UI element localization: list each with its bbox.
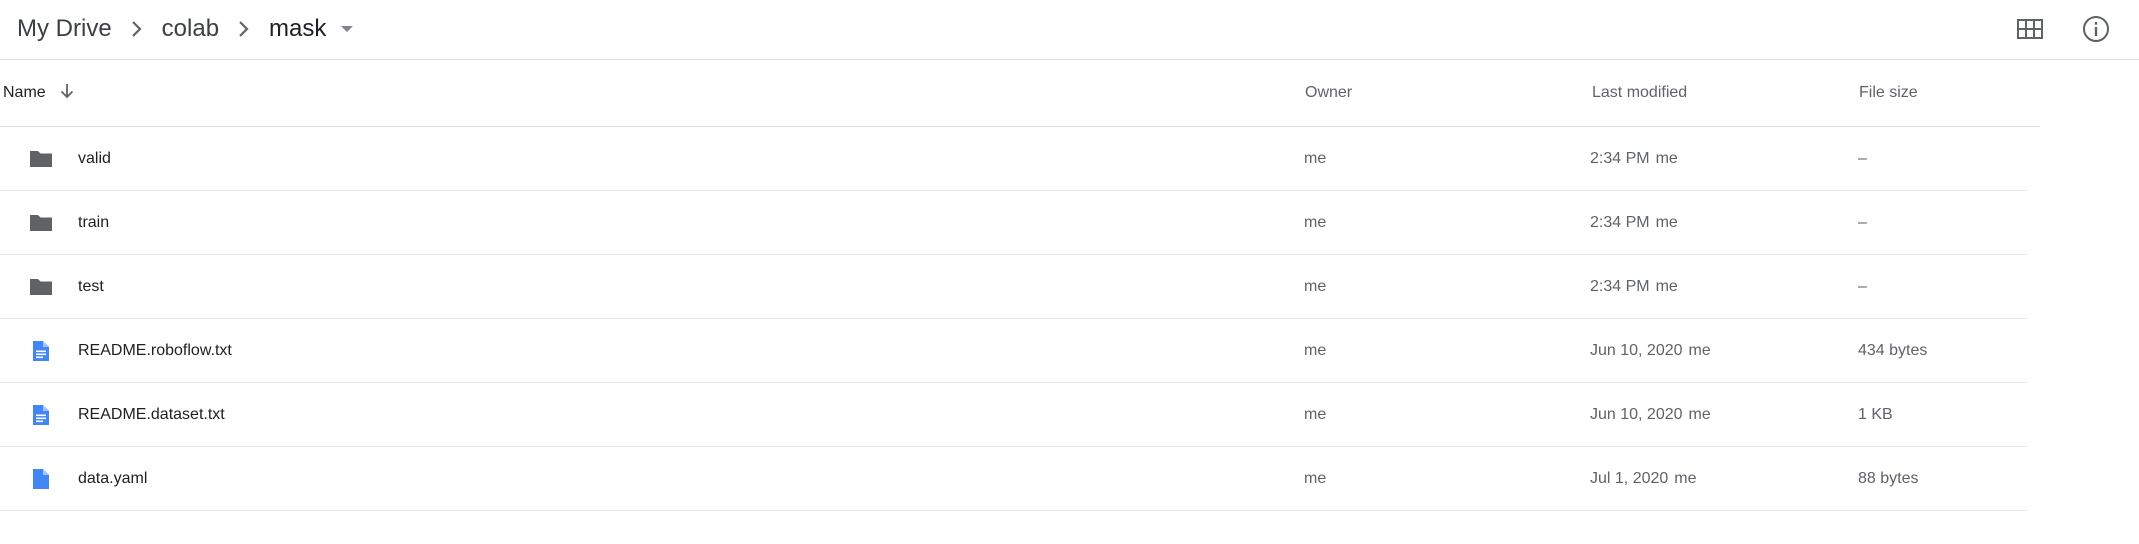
file-last-modified: 2:34 PM me (1590, 191, 1678, 254)
file-name: data.yaml (78, 469, 148, 487)
file-list: Name Owner Last modified File size valid… (0, 60, 2040, 511)
file-last-modified: 2:34 PM me (1590, 255, 1678, 318)
file-name: README.dataset.txt (78, 405, 225, 423)
file-owner: me (1304, 469, 1327, 487)
modified-by: me (1688, 405, 1711, 423)
modified-by: me (1688, 341, 1711, 359)
modified-date: 2:34 PM (1590, 149, 1650, 167)
file-name: README.roboflow.txt (78, 341, 232, 359)
breadcrumb-my-drive[interactable]: My Drive (15, 9, 114, 49)
modified-date: 2:34 PM (1590, 277, 1650, 295)
folder-icon (26, 255, 56, 318)
file-name: train (78, 213, 110, 231)
document-icon (26, 383, 56, 446)
file-owner: me (1304, 341, 1327, 359)
grid-view-icon[interactable] (2013, 12, 2047, 46)
chevron-right-icon (114, 20, 160, 38)
file-owner: me (1304, 149, 1327, 167)
breadcrumb-colab[interactable]: colab (160, 9, 221, 49)
file-last-modified: Jul 1, 2020 me (1590, 447, 1697, 510)
column-header-owner: Owner (1305, 84, 1353, 101)
file-row-train[interactable]: train me 2:34 PM me – (0, 191, 2028, 255)
column-header-last-modified[interactable]: Last modified (1592, 60, 1687, 126)
file-size: 434 bytes (1858, 341, 1928, 359)
file-owner: me (1304, 213, 1327, 231)
info-icon[interactable] (2079, 12, 2113, 46)
file-size: – (1858, 213, 1867, 231)
file-size: 1 KB (1858, 405, 1893, 423)
folder-icon (26, 127, 56, 190)
breadcrumb-mask[interactable]: mask (267, 9, 328, 49)
modified-by: me (1655, 277, 1678, 295)
file-owner: me (1304, 405, 1327, 423)
modified-date: Jun 10, 2020 (1590, 405, 1683, 423)
column-header-name-label: Name (3, 84, 46, 101)
file-last-modified: Jun 10, 2020 me (1590, 383, 1711, 446)
top-actions (2013, 12, 2113, 46)
file-owner: me (1304, 277, 1327, 295)
column-header-file-size: File size (1859, 84, 1918, 101)
column-header-name[interactable]: Name (3, 60, 74, 126)
file-size: – (1858, 277, 1867, 295)
file-row-valid[interactable]: valid me 2:34 PM me – (0, 127, 2028, 191)
file-list-header: Name Owner Last modified File size (0, 60, 2040, 127)
modified-date: 2:34 PM (1590, 213, 1650, 231)
file-row-readme-roboflow-txt[interactable]: README.roboflow.txt me Jun 10, 2020 me 4… (0, 319, 2028, 383)
modified-by: me (1674, 469, 1697, 487)
arrow-down-icon[interactable] (60, 83, 74, 104)
modified-date: Jul 1, 2020 (1590, 469, 1669, 487)
file-row-test[interactable]: test me 2:34 PM me – (0, 255, 2028, 319)
chevron-right-icon (221, 20, 267, 38)
breadcrumb: My Drive colab mask (15, 0, 360, 58)
caret-down-icon[interactable] (334, 25, 360, 33)
document-icon (26, 319, 56, 382)
modified-date: Jun 10, 2020 (1590, 341, 1683, 359)
file-name: test (78, 277, 104, 295)
file-name: valid (78, 149, 111, 167)
file-last-modified: Jun 10, 2020 me (1590, 319, 1711, 382)
file-size: – (1858, 149, 1867, 167)
file-row-readme-dataset-txt[interactable]: README.dataset.txt me Jun 10, 2020 me 1 … (0, 383, 2028, 447)
modified-by: me (1655, 149, 1678, 167)
file-row-data-yaml[interactable]: data.yaml me Jul 1, 2020 me 88 bytes (0, 447, 2028, 511)
file-rows: valid me 2:34 PM me – train me 2:34 PM m… (0, 127, 2040, 511)
top-bar: My Drive colab mask (0, 0, 2139, 60)
modified-by: me (1655, 213, 1678, 231)
file-icon (26, 447, 56, 510)
folder-icon (26, 191, 56, 254)
file-size: 88 bytes (1858, 469, 1919, 487)
file-last-modified: 2:34 PM me (1590, 127, 1678, 190)
